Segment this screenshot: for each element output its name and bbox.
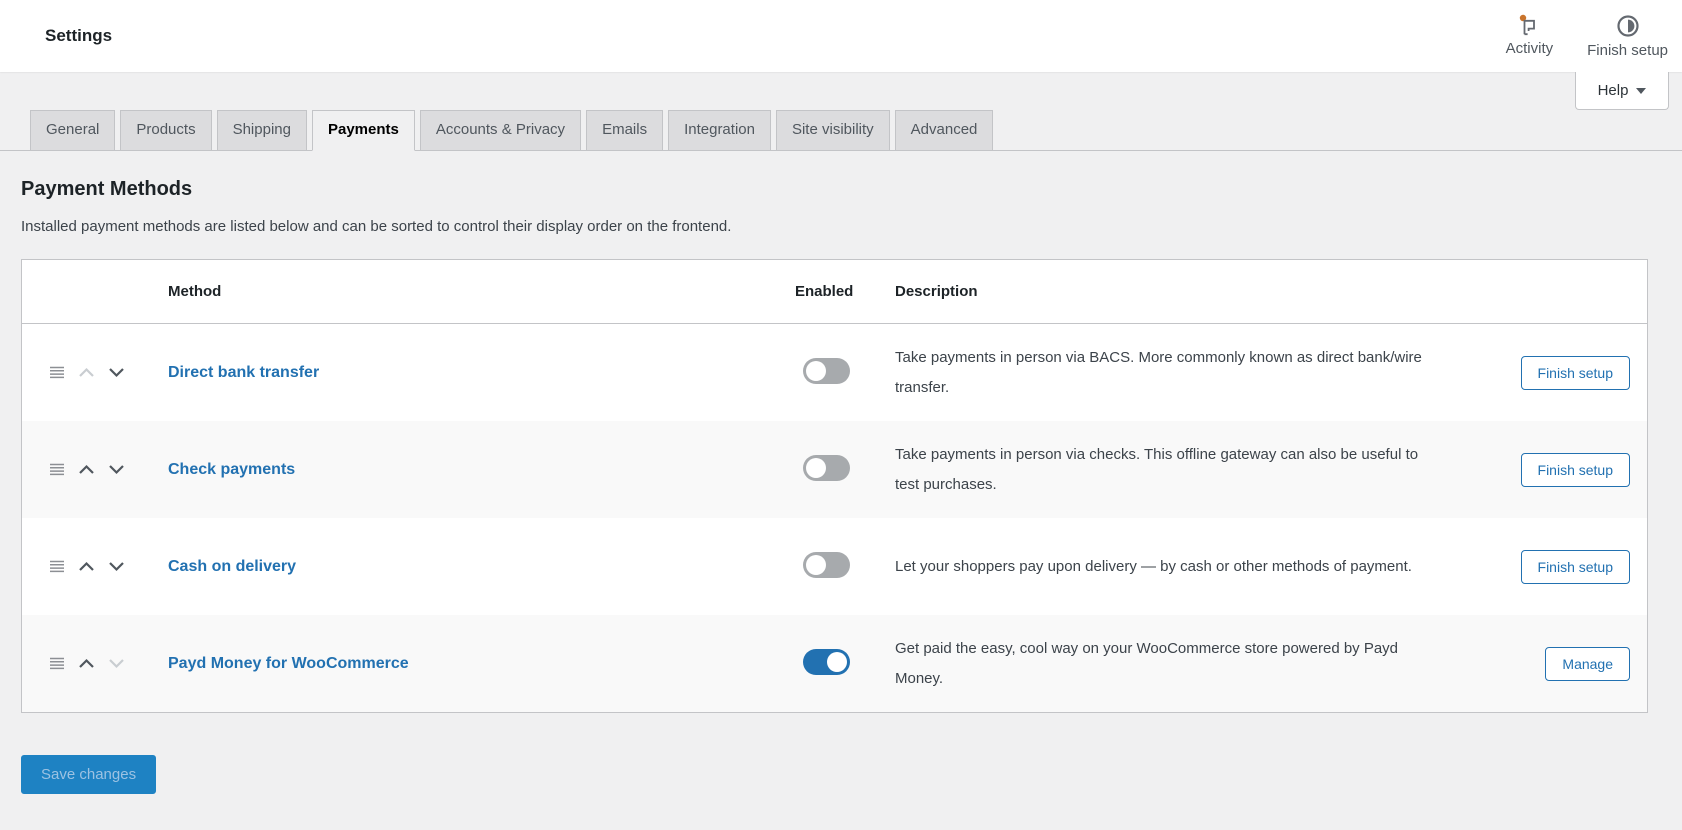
header-actions: Activity Finish setup bbox=[1504, 10, 1672, 63]
enabled-cell bbox=[795, 551, 895, 582]
tab-payments[interactable]: Payments bbox=[311, 110, 415, 152]
settings-tabs: General Products Shipping Payments Accou… bbox=[0, 110, 1682, 152]
action-cell: Finish setup bbox=[1457, 355, 1647, 390]
activity-label: Activity bbox=[1505, 39, 1554, 57]
finish-setup-button[interactable]: Finish setup bbox=[1585, 10, 1670, 63]
tab-integration[interactable]: Integration bbox=[668, 110, 771, 152]
column-header-description: Description bbox=[895, 283, 978, 301]
toggle-knob bbox=[806, 360, 826, 381]
method-cell: Cash on delivery bbox=[146, 558, 795, 576]
enabled-toggle[interactable] bbox=[803, 454, 850, 481]
enabled-cell bbox=[795, 648, 895, 679]
toggle-knob bbox=[806, 554, 826, 575]
column-header-enabled: Enabled bbox=[795, 283, 854, 301]
admin-header: Settings Activity Finish setup bbox=[0, 0, 1682, 72]
method-description: Take payments in person via BACS. More c… bbox=[895, 348, 1422, 396]
tab-accounts-privacy[interactable]: Accounts & Privacy bbox=[419, 110, 582, 152]
tab-site-visibility[interactable]: Site visibility bbox=[775, 110, 890, 152]
section-heading: Payment Methods bbox=[21, 178, 193, 201]
description-cell: Let your shoppers pay upon delivery — by… bbox=[895, 552, 1457, 582]
sort-cell bbox=[22, 657, 146, 670]
method-cell: Check payments bbox=[146, 461, 795, 479]
tab-advanced[interactable]: Advanced bbox=[894, 110, 994, 152]
table-header-row: Method Enabled Description bbox=[22, 260, 1647, 325]
finish-setup-label: Finish setup bbox=[1587, 41, 1668, 59]
payment-method-link[interactable]: Cash on delivery bbox=[168, 558, 296, 575]
table-row: Direct bank transfer Take payments in pe… bbox=[22, 324, 1647, 421]
finish-setup-row-button[interactable]: Finish setup bbox=[1520, 355, 1630, 390]
enabled-toggle[interactable] bbox=[803, 357, 850, 384]
move-up-button[interactable] bbox=[78, 367, 95, 378]
action-cell: Manage bbox=[1457, 646, 1647, 681]
tab-products[interactable]: Products bbox=[120, 110, 212, 152]
sort-cell bbox=[22, 463, 146, 476]
table-row: Cash on delivery Let your shoppers pay u… bbox=[22, 518, 1647, 615]
sort-cell bbox=[22, 366, 146, 379]
payment-methods-table: Method Enabled Description Direct bank t… bbox=[21, 259, 1648, 714]
payment-method-link[interactable]: Direct bank transfer bbox=[168, 364, 319, 381]
drag-handle-icon[interactable] bbox=[49, 366, 65, 379]
method-description: Take payments in person via checks. This… bbox=[895, 445, 1419, 493]
description-cell: Get paid the easy, cool way on your WooC… bbox=[895, 634, 1457, 694]
activity-button[interactable]: Activity bbox=[1504, 10, 1556, 63]
tab-general[interactable]: General bbox=[30, 110, 116, 152]
action-cell: Finish setup bbox=[1457, 452, 1647, 487]
move-up-button[interactable] bbox=[78, 464, 95, 475]
enabled-cell bbox=[795, 454, 895, 485]
finish-setup-row-button[interactable]: Finish setup bbox=[1520, 452, 1630, 487]
drag-handle-icon[interactable] bbox=[49, 463, 65, 476]
toggle-knob bbox=[806, 457, 826, 478]
payment-method-link[interactable]: Check payments bbox=[168, 461, 295, 478]
page-title: Settings bbox=[45, 26, 113, 45]
drag-handle-icon[interactable] bbox=[49, 560, 65, 573]
method-description: Let your shoppers pay upon delivery — by… bbox=[895, 557, 1412, 575]
move-down-button[interactable] bbox=[108, 658, 125, 669]
section-description: Installed payment methods are listed bel… bbox=[21, 218, 732, 236]
help-tab[interactable]: Help bbox=[1575, 72, 1669, 110]
tab-shipping[interactable]: Shipping bbox=[216, 110, 307, 152]
sort-cell bbox=[22, 560, 146, 573]
save-changes-button[interactable]: Save changes bbox=[21, 755, 157, 795]
description-cell: Take payments in person via checks. This… bbox=[895, 440, 1457, 500]
activity-flag-icon bbox=[1518, 14, 1540, 36]
drag-handle-icon[interactable] bbox=[49, 657, 65, 670]
move-down-button[interactable] bbox=[108, 367, 125, 378]
move-down-button[interactable] bbox=[108, 464, 125, 475]
table-row: Payd Money for WooCommerce Get paid the … bbox=[22, 615, 1647, 713]
payment-method-link[interactable]: Payd Money for WooCommerce bbox=[168, 655, 409, 672]
finish-setup-row-button[interactable]: Finish setup bbox=[1520, 549, 1630, 584]
method-description: Get paid the easy, cool way on your WooC… bbox=[895, 639, 1399, 687]
manage-row-button[interactable]: Manage bbox=[1545, 646, 1630, 681]
column-header-method: Method bbox=[168, 283, 222, 301]
move-up-button[interactable] bbox=[78, 658, 95, 669]
setup-progress-icon bbox=[1616, 14, 1640, 38]
description-cell: Take payments in person via BACS. More c… bbox=[895, 343, 1457, 403]
method-cell: Direct bank transfer bbox=[146, 364, 795, 382]
table-row: Check payments Take payments in person v… bbox=[22, 421, 1647, 519]
action-cell: Finish setup bbox=[1457, 549, 1647, 584]
enabled-toggle[interactable] bbox=[803, 551, 850, 578]
toggle-knob bbox=[827, 651, 847, 672]
move-down-button[interactable] bbox=[108, 561, 125, 572]
enabled-cell bbox=[795, 357, 895, 388]
tab-emails[interactable]: Emails bbox=[586, 110, 664, 152]
enabled-toggle[interactable] bbox=[803, 648, 850, 675]
chevron-down-icon bbox=[1636, 87, 1647, 94]
move-up-button[interactable] bbox=[78, 561, 95, 572]
method-cell: Payd Money for WooCommerce bbox=[146, 655, 795, 673]
help-label: Help bbox=[1597, 82, 1629, 99]
